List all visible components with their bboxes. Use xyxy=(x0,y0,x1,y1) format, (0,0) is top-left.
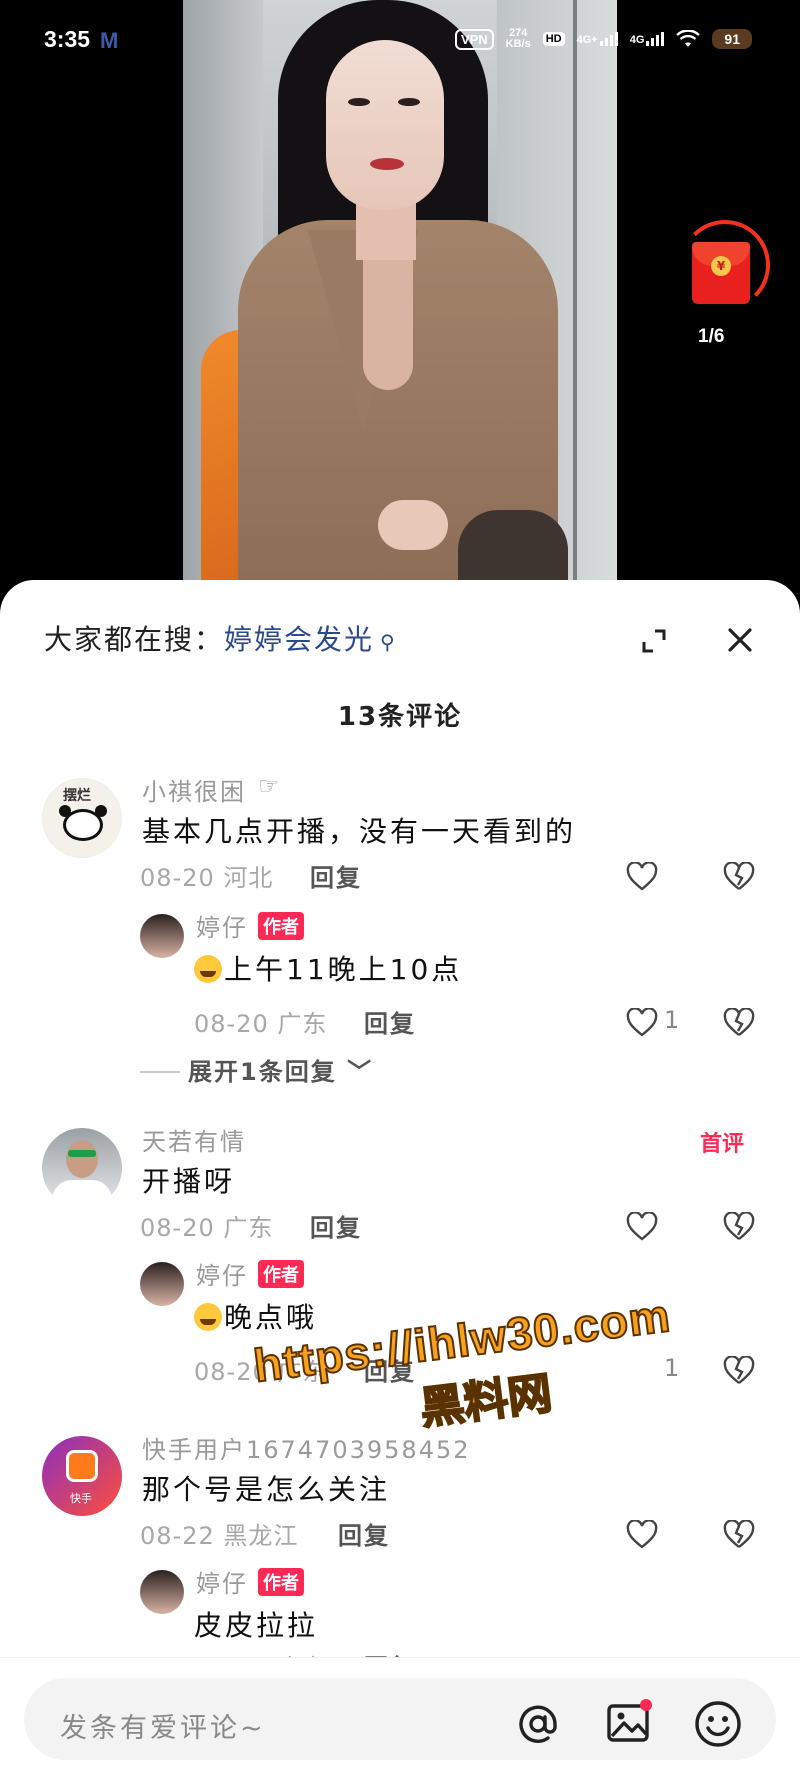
reply-date: 08-20 广东 xyxy=(194,1010,328,1038)
comment-text: 那个号是怎么关注 xyxy=(142,1473,391,1506)
broken-heart-icon[interactable] xyxy=(723,1008,755,1038)
red-packet-widget[interactable]: ¥ 1/6 xyxy=(680,220,780,350)
expand-icon[interactable] xyxy=(641,628,667,654)
comment-count: 13条评论 xyxy=(337,702,463,732)
trending-search-label: 大家都在搜： xyxy=(44,623,225,656)
status-time: 3:35 xyxy=(44,26,91,52)
avatar[interactable] xyxy=(140,1570,184,1614)
trending-search-term[interactable]: 婷婷会发光 xyxy=(224,623,374,656)
reply-button[interactable]: 回复 xyxy=(364,1352,416,1387)
video-player[interactable]: 3:35 M VPN 274 KB/s HD 4G+ 4G 91 ¥ 1/6 xyxy=(0,0,800,600)
reply-text: 上午11晚上10点 xyxy=(194,948,462,988)
laughing-tears-emoji-icon xyxy=(194,1303,222,1331)
comment-text: 开播呀 xyxy=(142,1165,236,1198)
heart-icon[interactable] xyxy=(626,1008,658,1038)
heart-icon[interactable] xyxy=(626,1520,658,1550)
emoji-icon[interactable] xyxy=(692,1698,744,1750)
avatar[interactable] xyxy=(140,914,184,958)
author-badge: 作者 xyxy=(258,1260,304,1288)
chevron-down-icon: ﹀ xyxy=(347,1058,374,1086)
comment-date: 08-20 广东 xyxy=(140,1214,274,1242)
reply-button[interactable]: 回复 xyxy=(310,1208,362,1243)
network-speed: 274 KB/s xyxy=(505,27,531,50)
author-badge: 作者 xyxy=(258,912,304,940)
comment-date: 08-20 河北 xyxy=(140,864,274,892)
like-count: 1 xyxy=(664,1006,680,1034)
video-frame xyxy=(183,0,617,600)
video-subject xyxy=(238,0,568,600)
comment-date: 08-22 黑龙江 xyxy=(140,1522,299,1550)
reply-text: 晚点哦 xyxy=(194,1296,317,1336)
broken-heart-icon[interactable] xyxy=(723,1356,755,1386)
broken-heart-icon[interactable] xyxy=(723,862,755,892)
battery-icon: 91 xyxy=(712,29,752,49)
reply-button[interactable]: 回复 xyxy=(364,1004,416,1039)
broken-heart-icon[interactable] xyxy=(723,1212,755,1242)
comment-username[interactable]: 天若有情 xyxy=(142,1122,246,1157)
expand-replies-button[interactable]: 展开1条回复 ﹀ xyxy=(140,1052,373,1087)
signal-icon-2: 4G xyxy=(630,32,665,46)
close-icon[interactable] xyxy=(726,626,754,654)
comment-input-bar: 发条有爱评论~ xyxy=(0,1657,800,1777)
comment-input-placeholder[interactable]: 发条有爱评论~ xyxy=(60,1706,266,1745)
red-packet-progress: 1/6 xyxy=(698,326,725,347)
broken-heart-icon[interactable] xyxy=(723,1520,755,1550)
heart-icon[interactable] xyxy=(626,1212,658,1242)
reply-username[interactable]: 婷仔 作者 xyxy=(196,1256,304,1291)
reply-username[interactable]: 婷仔 作者 xyxy=(196,1564,304,1599)
hd-icon: HD xyxy=(542,32,565,46)
status-bar: 3:35 M VPN 274 KB/s HD 4G+ 4G 91 xyxy=(0,0,800,80)
signal-icon-1: 4G+ xyxy=(577,32,618,46)
reply-username[interactable]: 婷仔 作者 xyxy=(196,908,304,943)
vpn-icon: VPN xyxy=(454,28,494,50)
comment-username[interactable]: 快手用户1674703958452 xyxy=(142,1430,471,1465)
mention-icon[interactable] xyxy=(512,1698,564,1750)
avatar[interactable]: 摆烂 xyxy=(42,778,122,858)
heart-icon[interactable] xyxy=(626,862,658,892)
avatar[interactable] xyxy=(42,1128,122,1208)
reply-button[interactable]: 回复 xyxy=(338,1516,390,1551)
author-badge: 作者 xyxy=(258,1568,304,1596)
comment-text: 基本几点开播，没有一天看到的 xyxy=(142,815,577,848)
reply-date: 08-20 广东 xyxy=(194,1358,328,1386)
comment-username[interactable]: 小祺很困 xyxy=(142,772,246,807)
app-indicator-icon: M xyxy=(100,28,119,53)
like-count: 1 xyxy=(664,1354,680,1382)
avatar[interactable] xyxy=(140,1262,184,1306)
reply-button[interactable]: 回复 xyxy=(310,858,362,893)
trending-search[interactable]: 大家都在搜：婷婷会发光 ⚲ xyxy=(44,618,397,658)
pointing-hand-icon: ☞ xyxy=(258,772,282,800)
reply-text: 皮皮拉拉 xyxy=(194,1609,319,1642)
avatar[interactable]: 快手 xyxy=(42,1436,122,1516)
image-icon[interactable] xyxy=(604,1698,654,1748)
search-icon[interactable]: ⚲ xyxy=(380,630,397,654)
wifi-icon xyxy=(676,30,701,47)
laughing-tears-emoji-icon xyxy=(194,955,222,983)
comment-sheet: 大家都在搜：婷婷会发光 ⚲ 13条评论 摆烂 小祺很困 ☞ 基本几点开播，没有一天… xyxy=(0,580,800,1777)
first-comment-tag: 首评 xyxy=(700,1132,745,1157)
